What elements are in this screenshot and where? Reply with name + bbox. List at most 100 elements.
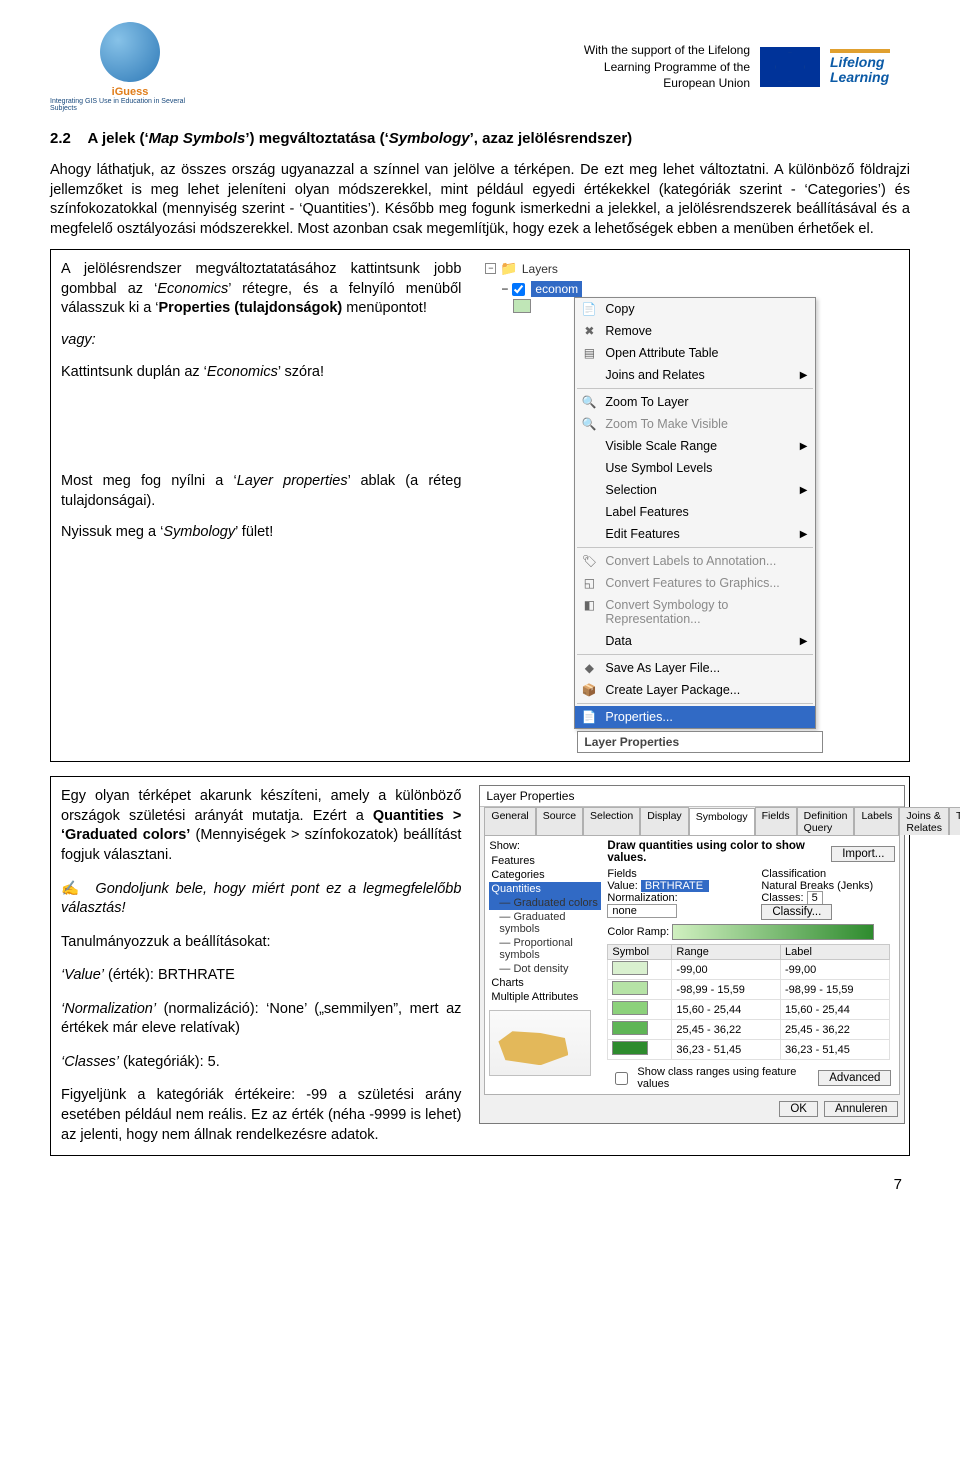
menu-item-label: Zoom To Layer [605, 395, 688, 409]
menu-separator [577, 388, 813, 389]
draw-description: Draw quantities using color to show valu… [607, 840, 831, 864]
collapse-icon[interactable]: − [485, 263, 496, 274]
ok-button[interactable]: OK [779, 1101, 818, 1117]
page-header: iGuess Integrating GIS Use in Education … [50, 22, 910, 112]
range-cell: 25,45 - 36,22 [672, 1020, 781, 1040]
tab-time[interactable]: Time [949, 807, 960, 835]
normalization-field[interactable]: none [607, 904, 677, 918]
instruction-box-1: A jelölésrendszer megváltoztatatásához k… [50, 249, 910, 762]
tab-selection[interactable]: Selection [583, 807, 640, 835]
tab-general[interactable]: General [484, 807, 535, 835]
show-item-multiple-attributes[interactable]: Multiple Attributes [489, 990, 601, 1004]
collapse-icon[interactable]: − [501, 282, 508, 296]
menu-item-create-layer-package[interactable]: 📦Create Layer Package... [575, 679, 815, 701]
tab-display[interactable]: Display [640, 807, 688, 835]
range-cell: 36,23 - 51,45 [672, 1040, 781, 1060]
tab-joins-relates[interactable]: Joins & Relates [899, 807, 949, 835]
classification-group: Classification Natural Breaks (Jenks) Cl… [761, 868, 895, 920]
menu-icon: 📄 [581, 709, 597, 725]
tab-symbology[interactable]: Symbology [689, 808, 755, 836]
tab-labels[interactable]: Labels [854, 807, 899, 835]
tab-source[interactable]: Source [536, 807, 583, 835]
eu-flag-icon [760, 47, 820, 87]
submenu-arrow-icon: ▶ [800, 485, 808, 496]
table-row[interactable]: 36,23 - 51,4536,23 - 51,45 [608, 1040, 889, 1060]
menu-item-label-features[interactable]: Label Features [575, 501, 815, 523]
show-item-proportional-symbols[interactable]: — Proportional symbols [489, 936, 601, 962]
menu-item-open-attribute-table[interactable]: ▤Open Attribute Table [575, 342, 815, 364]
show-item-quantities[interactable]: Quantities [489, 882, 601, 896]
show-item-features[interactable]: Features [489, 854, 601, 868]
menu-icon: ◧ [581, 597, 597, 613]
menu-item-label: Data [605, 634, 631, 648]
classify-button[interactable]: Classify... [761, 904, 832, 920]
menu-item-joins-and-relates[interactable]: Joins and Relates▶ [575, 364, 815, 386]
show-ranges-checkbox[interactable] [615, 1072, 628, 1085]
menu-item-convert-labels-to-annotation: 🏷 Convert Labels to Annotation... [575, 550, 815, 572]
range-cell: -98,99 - 15,59 [672, 980, 781, 1000]
show-item-graduated-symbols[interactable]: — Graduated symbols [489, 910, 601, 936]
menu-icon: ▤ [581, 345, 597, 361]
tab-fields[interactable]: Fields [755, 807, 797, 835]
dialog-tabs: GeneralSourceSelectionDisplaySymbologyFi… [480, 807, 904, 835]
class-table: SymbolRangeLabel -99,00-99,00-98,99 - 15… [607, 944, 889, 1060]
table-header: Label [781, 945, 890, 960]
class-swatch [612, 1021, 648, 1035]
classes-select[interactable]: 5 [807, 891, 823, 905]
iguess-subtitle: Integrating GIS Use in Education in Seve… [50, 98, 210, 112]
layers-root[interactable]: − 📁 Layers [479, 258, 909, 281]
context-menu: 📄Copy✖Remove▤Open Attribute TableJoins a… [574, 297, 816, 729]
table-header: Symbol [608, 945, 672, 960]
instruction-box-2: Egy olyan térképet akarunk készíteni, am… [50, 776, 910, 1156]
support-text: With the support of the Lifelong Learnin… [584, 42, 750, 92]
tab-definition-query[interactable]: Definition Query [797, 807, 855, 835]
menu-item-save-as-layer-file[interactable]: ◆Save As Layer File... [575, 657, 815, 679]
show-item-categories[interactable]: Categories [489, 868, 601, 882]
layer-name[interactable]: econom [531, 281, 582, 297]
layers-label: Layers [522, 262, 558, 276]
show-item-charts[interactable]: Charts [489, 976, 601, 990]
advanced-button[interactable]: Advanced [818, 1070, 891, 1086]
table-row[interactable]: -99,00-99,00 [608, 960, 889, 980]
cancel-button[interactable]: Annuleren [824, 1101, 898, 1117]
menu-item-label: Convert Labels to Annotation... [605, 554, 776, 568]
menu-item-remove[interactable]: ✖Remove [575, 320, 815, 342]
globe-icon [100, 22, 160, 82]
menu-item-copy[interactable]: 📄Copy [575, 298, 815, 320]
submenu-arrow-icon: ▶ [800, 441, 808, 452]
submenu-arrow-icon: ▶ [800, 529, 808, 540]
menu-icon: 🏷 [581, 553, 597, 569]
menu-item-edit-features[interactable]: Edit Features ▶ [575, 523, 815, 545]
import-button[interactable]: Import... [831, 846, 895, 862]
show-label: Show: [489, 840, 601, 852]
menu-item-properties[interactable]: 📄 Properties... [575, 706, 815, 728]
label-cell: -99,00 [781, 960, 890, 980]
color-ramp[interactable] [672, 924, 874, 940]
menu-item-label: Properties... [605, 710, 672, 724]
section-title: 2.2 A jelek (‘Map Symbols’) megváltoztat… [50, 130, 910, 147]
submenu-arrow-icon: ▶ [800, 636, 808, 647]
dialog-body: Show: FeaturesCategoriesQuantities— Grad… [484, 835, 900, 1095]
menu-item-data[interactable]: Data ▶ [575, 630, 815, 652]
menu-separator [577, 654, 813, 655]
show-item-dot-density[interactable]: — Dot density [489, 962, 601, 976]
value-field[interactable]: BRTHRATE [641, 880, 709, 892]
menu-item-visible-scale-range[interactable]: Visible Scale Range▶ [575, 435, 815, 457]
intro-paragraph: Ahogy láthatjuk, az összes ország ugyana… [50, 161, 910, 239]
menu-icon: ◆ [581, 660, 597, 676]
table-row[interactable]: 25,45 - 36,2225,45 - 36,22 [608, 1020, 889, 1040]
menu-item-selection[interactable]: Selection▶ [575, 479, 815, 501]
menu-item-label: Edit Features [605, 527, 679, 541]
layer-visibility-checkbox[interactable] [512, 283, 525, 296]
menu-item-zoom-to-layer[interactable]: 🔍Zoom To Layer [575, 391, 815, 413]
show-item-graduated-colors[interactable]: — Graduated colors [489, 896, 601, 910]
menu-item-convert-symbology-to-representation: ◧Convert Symbology to Representation... [575, 594, 815, 630]
dialog-right: Draw quantities using color to show valu… [607, 840, 895, 1090]
menu-item-use-symbol-levels[interactable]: Use Symbol Levels [575, 457, 815, 479]
tooltip-layer-properties: Layer Properties [577, 731, 823, 753]
layers-panel: − 📁 Layers − econom 📄Copy✖Remove▤Open At… [479, 258, 909, 753]
table-row[interactable]: 15,60 - 25,4415,60 - 25,44 [608, 1000, 889, 1020]
table-row[interactable]: -98,99 - 15,59-98,99 - 15,59 [608, 980, 889, 1000]
show-ranges-label: Show class ranges using feature values [637, 1066, 806, 1090]
table-header: Range [672, 945, 781, 960]
